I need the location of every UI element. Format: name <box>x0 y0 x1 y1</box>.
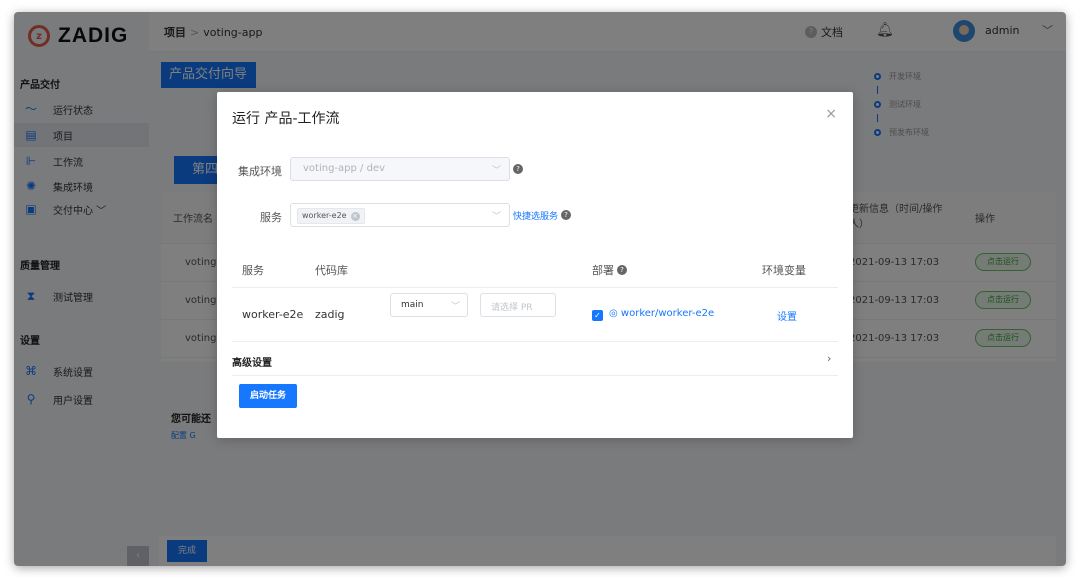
help-icon[interactable]: ? <box>617 265 627 275</box>
column-header-deploy: 部署 ? <box>592 262 627 278</box>
chevron-down-icon: ﹀ <box>491 212 501 222</box>
close-icon[interactable]: × <box>825 106 837 122</box>
chevron-down-icon: ﹀ <box>450 302 460 312</box>
deploy-target-label: worker/worker-e2e <box>620 308 715 319</box>
service-select[interactable]: worker-e2e × ﹀ <box>290 203 510 227</box>
service-chip: worker-e2e × <box>297 208 365 224</box>
deploy-header-label: 部署 <box>592 264 614 277</box>
branch-select[interactable]: main ﹀ <box>390 293 468 317</box>
row-repo: zadig <box>315 308 345 321</box>
column-header-repo: 代码库 <box>315 264 348 277</box>
help-icon[interactable]: ? <box>513 164 523 174</box>
env-vars-settings-link[interactable]: 设置 <box>777 308 797 323</box>
chevron-right-icon[interactable]: › <box>827 352 831 365</box>
app-window: z ZADIG 产品交付 〜 运行状态 ▤ 项目 ⊩ 工作流 ✺ 集成环境 ▣ … <box>14 12 1066 566</box>
divider <box>232 375 838 376</box>
deploy-target[interactable]: ◎ worker/worker-e2e <box>609 308 714 319</box>
env-label: 集成环境 <box>238 165 282 178</box>
quick-select-link[interactable]: 快捷选服务 <box>513 209 558 222</box>
pr-select[interactable]: 请选择 PR <box>480 293 556 317</box>
branch-value: main <box>401 300 424 310</box>
start-task-button[interactable]: 启动任务 <box>239 384 297 408</box>
service-label: 服务 <box>260 211 282 224</box>
run-workflow-dialog: 运行 产品-工作流 × 集成环境 voting-app / dev ﹀ ? 服务… <box>217 92 853 438</box>
advanced-settings-toggle[interactable]: 高级设置 <box>232 354 272 369</box>
divider <box>232 341 838 342</box>
help-icon[interactable]: ? <box>561 210 571 220</box>
dialog-title: 运行 产品-工作流 <box>232 111 340 127</box>
column-header-env-vars: 环境变量 <box>762 264 806 277</box>
service-chip-label: worker-e2e <box>302 211 347 220</box>
service-link-icon: ◎ <box>609 308 621 319</box>
column-header-service: 服务 <box>242 264 264 277</box>
deploy-checkbox[interactable]: ✓ <box>592 310 603 321</box>
pr-placeholder: 请选择 PR <box>491 303 533 313</box>
row-service: worker-e2e <box>242 308 304 321</box>
divider <box>232 287 838 288</box>
env-value: voting-app / dev <box>303 163 385 174</box>
chevron-down-icon: ﹀ <box>491 166 501 176</box>
env-select: voting-app / dev ﹀ <box>290 157 510 181</box>
close-icon[interactable]: × <box>350 211 360 221</box>
